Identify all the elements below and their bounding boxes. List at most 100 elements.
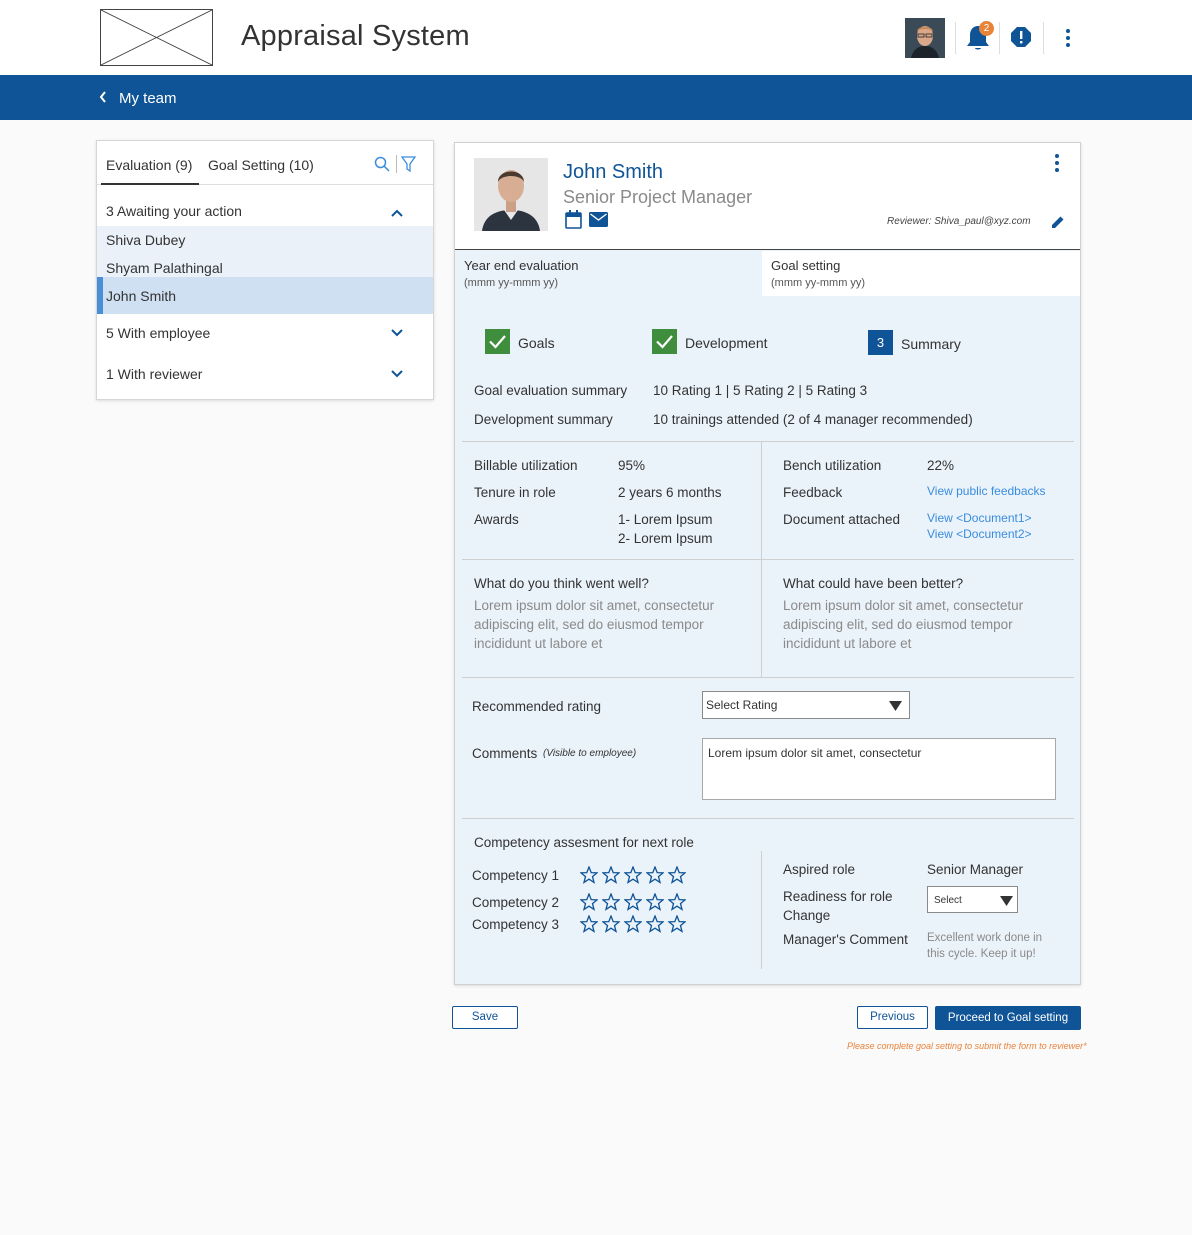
star-outline-icon[interactable] [580, 893, 598, 911]
bench-label: Bench utilization [783, 458, 882, 473]
active-tab-indicator [101, 183, 199, 185]
step-development[interactable]: Development [685, 335, 768, 351]
tab-goal-setting-phase[interactable]: Goal setting (mmm yy-mmm yy) [762, 251, 1080, 296]
comments-value: Lorem ipsum dolor sit amet, consectetur [708, 746, 922, 760]
competency-heading: Competency assesment for next role [474, 835, 694, 850]
app-title: Appraisal System [241, 20, 470, 52]
edit-icon[interactable] [1051, 215, 1065, 229]
divider [462, 818, 1074, 819]
breadcrumb-title[interactable]: My team [119, 90, 177, 107]
submit-note: Please complete goal setting to submit t… [847, 1041, 1087, 1051]
calendar-icon[interactable] [565, 210, 582, 229]
could-be-better-question: What could have been better? [783, 576, 964, 591]
dev-summary-label: Development summary [474, 412, 613, 427]
star-rating[interactable] [580, 915, 690, 933]
tenure-label: Tenure in role [474, 485, 556, 500]
group-label: 5 With employee [106, 325, 211, 341]
could-be-better-answer: adipiscing elit, sed do eiusmod tempor [783, 617, 1013, 632]
header-divider [999, 22, 1000, 54]
check-icon [485, 329, 510, 354]
employee-role: Senior Project Manager [563, 187, 753, 207]
star-outline-icon[interactable] [602, 893, 620, 911]
document-link[interactable]: View <Document2> [927, 527, 1032, 541]
aspired-role-value: Senior Manager [927, 862, 1024, 877]
kebab-icon[interactable] [1052, 153, 1062, 173]
star-outline-icon[interactable] [624, 915, 642, 933]
step-number-badge: 3 [868, 330, 893, 355]
star-outline-icon[interactable] [646, 893, 664, 911]
tab-evaluation[interactable]: Evaluation (9) [106, 157, 192, 173]
tab-goal-setting[interactable]: Goal Setting (10) [208, 157, 314, 173]
mail-icon[interactable] [589, 212, 608, 227]
star-outline-icon[interactable] [668, 866, 686, 884]
select-value: Select [934, 895, 962, 906]
went-well-answer: adipiscing elit, sed do eiusmod tempor [474, 617, 704, 632]
avatar[interactable] [905, 18, 945, 58]
star-outline-icon[interactable] [646, 915, 664, 933]
manager-comment: Excellent work done in [927, 932, 1043, 944]
divider [462, 677, 1074, 678]
employee-name: John Smith [563, 161, 664, 183]
logo-placeholder [100, 9, 213, 66]
star-outline-icon[interactable] [580, 915, 598, 933]
star-rating[interactable] [580, 866, 690, 884]
header-divider [1043, 22, 1044, 54]
rating-select[interactable]: Select Rating [702, 691, 910, 719]
group-with-reviewer[interactable]: 1 With reviewer [97, 356, 433, 396]
comments-field[interactable]: Lorem ipsum dolor sit amet, consectetur [702, 738, 1056, 800]
award-item: 2- Lorem Ipsum [618, 531, 713, 546]
previous-button[interactable]: Previous [857, 1006, 928, 1029]
group-with-employee[interactable]: 5 With employee [97, 315, 433, 355]
document-link[interactable]: View <Document1> [927, 511, 1032, 525]
reviewer-email: Reviewer: Shiva_paul@xyz.com [887, 216, 1031, 227]
kebab-icon[interactable] [1058, 26, 1078, 50]
star-outline-icon[interactable] [624, 893, 642, 911]
member-name: John Smith [106, 288, 177, 304]
star-outline-icon[interactable] [668, 893, 686, 911]
divider [462, 559, 1074, 560]
readiness-select[interactable]: Select [927, 886, 1018, 913]
star-rating[interactable] [580, 893, 690, 911]
star-outline-icon[interactable] [624, 866, 642, 884]
aspired-role-label: Aspired role [783, 862, 856, 877]
billable-label: Billable utilization [474, 458, 578, 473]
chevron-down-icon[interactable] [390, 368, 404, 378]
could-be-better-answer: incididunt ut labore et [783, 636, 912, 651]
divider [462, 441, 1074, 442]
divider [761, 851, 762, 969]
chevron-up-icon[interactable] [390, 208, 404, 218]
step-goals[interactable]: Goals [518, 335, 555, 351]
feedback-link[interactable]: View public feedbacks [927, 484, 1046, 498]
tab-year-end-evaluation[interactable]: Year end evaluation (mmm yy-mmm yy) [455, 251, 762, 296]
star-outline-icon[interactable] [602, 915, 620, 933]
team-list-panel: Evaluation (9) Goal Setting (10) 3 Await… [96, 140, 434, 400]
save-button[interactable]: Save [452, 1006, 518, 1029]
dev-summary-value: 10 trainings attended (2 of 4 manager re… [653, 412, 973, 427]
star-outline-icon[interactable] [646, 866, 664, 884]
manager-comment: this cycle. Keep it up! [927, 948, 1036, 960]
tenure-value: 2 years 6 months [618, 485, 722, 500]
breadcrumb-bar: My team [0, 75, 1192, 120]
member-name: Shiva Dubey [106, 232, 186, 248]
step-summary[interactable]: Summary [901, 336, 961, 352]
back-chevron-icon[interactable] [97, 89, 109, 105]
phase-period: (mmm yy-mmm yy) [464, 277, 559, 289]
header-divider [955, 22, 956, 54]
star-outline-icon[interactable] [668, 915, 686, 933]
appraisal-card: John Smith Senior Project Manager Review… [454, 142, 1081, 985]
chevron-down-icon[interactable] [390, 327, 404, 337]
manager-comment-label: Manager's Comment [783, 932, 908, 947]
competency-label: Competency 1 [472, 868, 560, 883]
alert-icon[interactable] [1010, 26, 1032, 48]
list-item-selected[interactable]: John Smith [97, 277, 433, 314]
list-item[interactable]: Shiva Dubey [97, 226, 433, 254]
phase-period: (mmm yy-mmm yy) [771, 277, 866, 289]
billable-value: 95% [618, 458, 646, 473]
star-outline-icon[interactable] [580, 866, 598, 884]
could-be-better-answer: Lorem ipsum dolor sit amet, consectetur [783, 598, 1024, 613]
search-icon[interactable] [374, 156, 390, 172]
proceed-button[interactable]: Proceed to Goal setting [935, 1006, 1081, 1030]
star-outline-icon[interactable] [602, 866, 620, 884]
filter-icon[interactable] [401, 156, 416, 172]
notification-badge: 2 [979, 21, 994, 36]
